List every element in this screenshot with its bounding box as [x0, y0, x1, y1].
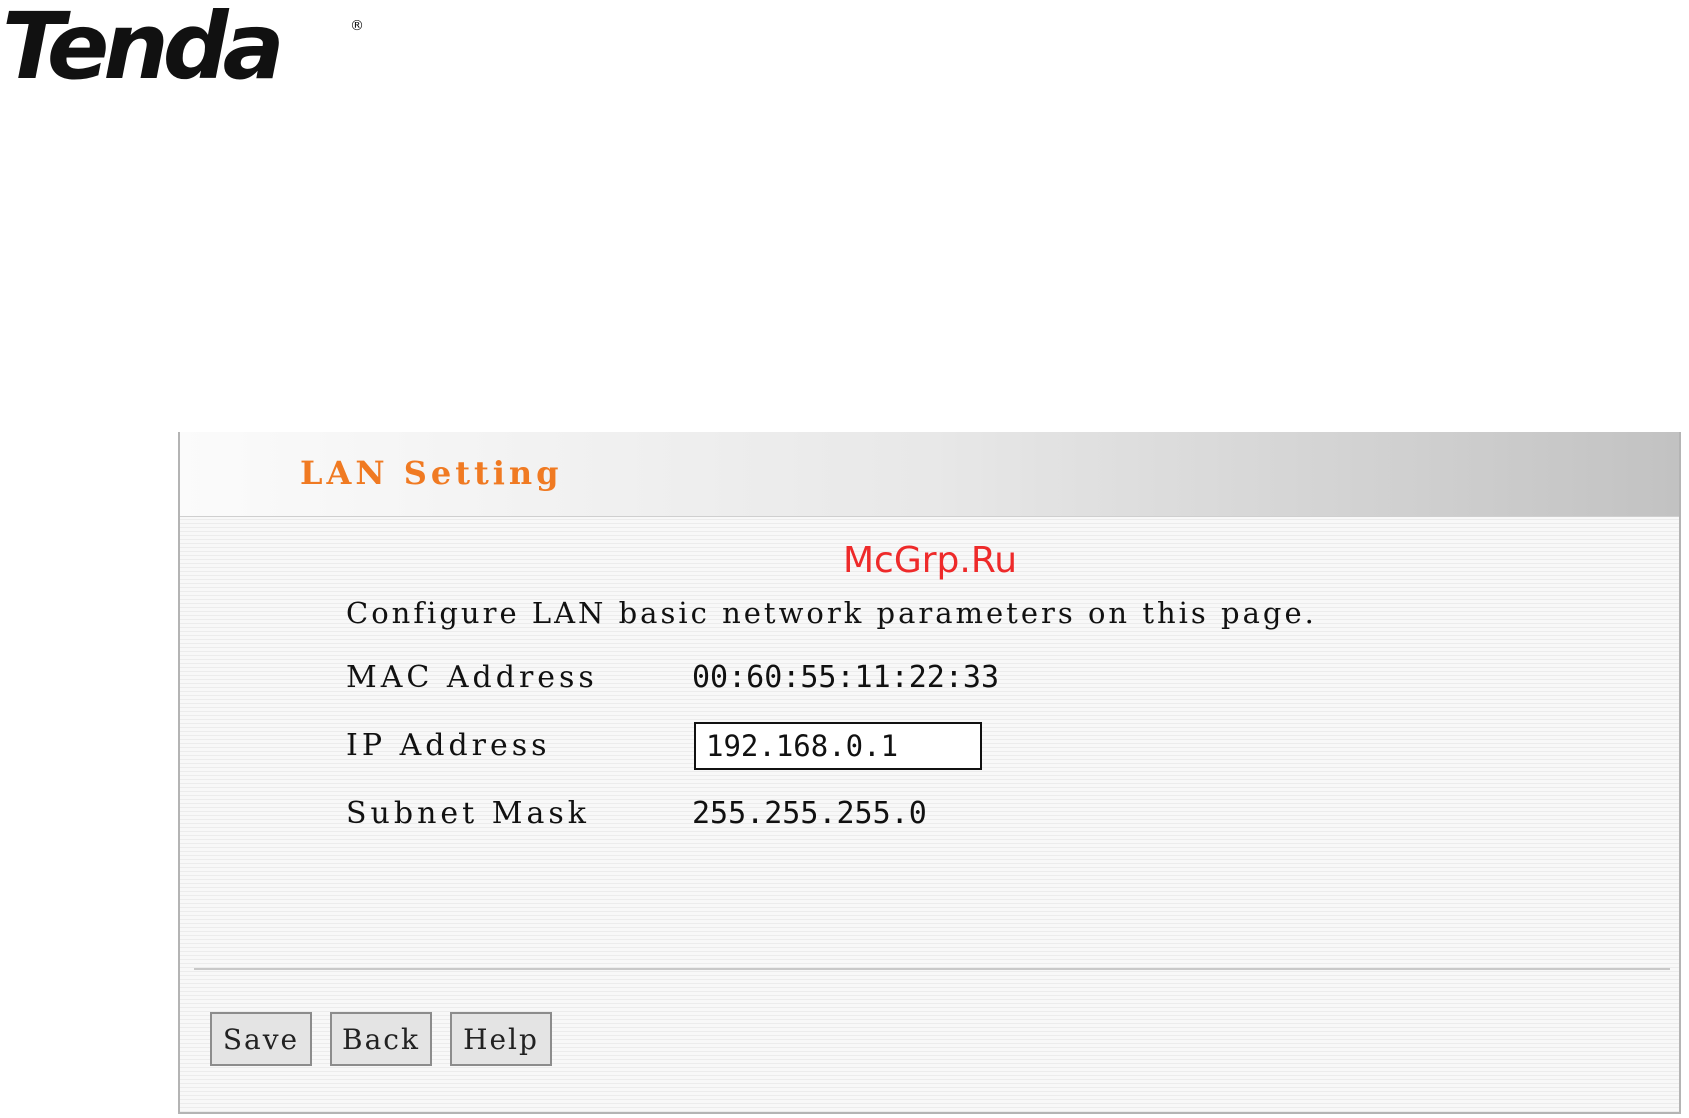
- watermark-text: McGrp.Ru: [842, 540, 1018, 581]
- save-button[interactable]: Save: [210, 1012, 312, 1066]
- panel-header: LAN Setting: [180, 432, 1679, 517]
- back-button[interactable]: Back: [330, 1012, 432, 1066]
- ip-address-input[interactable]: [694, 722, 982, 770]
- svg-text:®: ®: [350, 18, 364, 34]
- help-button[interactable]: Help: [450, 1012, 552, 1066]
- svg-text:Tenda: Tenda: [2, 0, 280, 90]
- subnet-mask-label: Subnet Mask: [346, 796, 590, 831]
- mac-address-value: 00:60:55:11:22:33: [692, 660, 1000, 695]
- divider: [194, 968, 1670, 970]
- tenda-logo: Tenda ®: [2, 0, 364, 90]
- page-description: Configure LAN basic network parameters o…: [346, 596, 1317, 630]
- ip-address-label: IP Address: [346, 728, 551, 763]
- panel-title: LAN Setting: [300, 454, 563, 492]
- mac-address-label: MAC Address: [346, 660, 598, 695]
- lan-setting-panel: LAN Setting McGrp.Ru Configure LAN basic…: [178, 432, 1681, 1114]
- subnet-mask-value: 255.255.255.0: [692, 796, 927, 831]
